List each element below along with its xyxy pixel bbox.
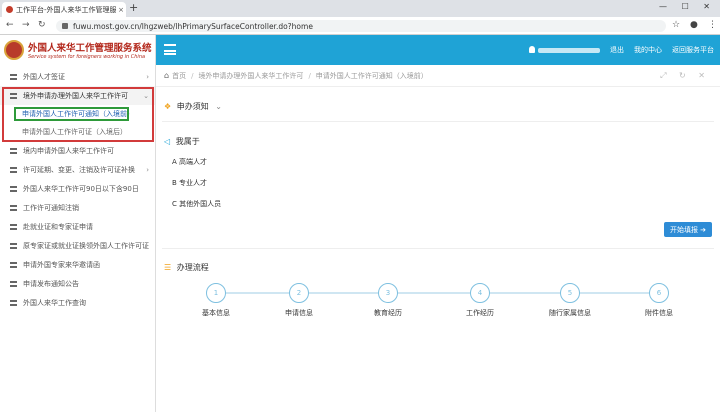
- list-icon: ☰: [164, 263, 172, 272]
- exit-link[interactable]: 退出: [610, 45, 624, 55]
- option-high-end-talent[interactable]: A 高端人才: [172, 157, 207, 167]
- sidebar-item-cert-exchange[interactable]: 原专家证或就业证换领外国人工作许可证: [0, 236, 155, 255]
- bookmark-icon: ❖: [164, 102, 172, 111]
- tab-title: 工作平台-外国人来华工作管理服: [16, 5, 116, 14]
- logo-title-cn: 外国人来华工作管理服务系统: [28, 43, 152, 54]
- chevron-down-icon: ⌄: [143, 91, 149, 100]
- step-education: 3 教育经历: [368, 283, 408, 318]
- grid-icon: [10, 299, 17, 306]
- url-text: fuwu.most.gov.cn/lhgzweb/lhPrimarySurfac…: [73, 21, 313, 31]
- hamburger-menu-icon[interactable]: [164, 44, 176, 55]
- process-title: ☰ 办理流程: [164, 263, 209, 272]
- sidebar-item-invitation[interactable]: 申请外国专家来华邀请函: [0, 255, 155, 274]
- breadcrumb: ⌂ 首页 / 境外申请办理外国人来华工作许可 / 申请外国人工作许可通知（入境前…: [156, 65, 720, 87]
- chevron-right-icon: ›: [146, 72, 149, 81]
- sidebar-item-talent-visa[interactable]: 外国人才签证 ›: [0, 67, 155, 86]
- breadcrumb-home[interactable]: 首页: [172, 71, 186, 81]
- home-icon[interactable]: ⌂: [164, 71, 169, 80]
- option-other-foreigners[interactable]: C 其他外国人员: [172, 199, 221, 209]
- user-icon: [529, 45, 535, 53]
- breadcrumb-level1[interactable]: 境外申请办理外国人来华工作许可: [198, 71, 303, 81]
- reload-icon[interactable]: ↻: [38, 20, 46, 30]
- emblem-icon: [4, 40, 24, 60]
- chevron-down-icon: ⌄: [215, 102, 222, 111]
- chevron-right-icon: ›: [146, 165, 149, 174]
- grid-icon: [10, 166, 17, 173]
- browser-address-bar: ← → ↻ fuwu.most.gov.cn/lhgzweb/lhPrimary…: [0, 17, 720, 35]
- grid-icon: [10, 92, 17, 99]
- account-icon[interactable]: ●: [690, 20, 698, 30]
- logo[interactable]: 外国人来华工作管理服务系统 Service system for foreign…: [0, 35, 155, 65]
- personal-center-link[interactable]: 我的中心: [634, 45, 662, 55]
- back-arrow-icon[interactable]: ←: [6, 20, 14, 30]
- user-name-redacted: [538, 48, 600, 53]
- start-filling-button[interactable]: 开始填报 ➔: [664, 222, 712, 237]
- step-application-info: 2 申请信息: [279, 283, 319, 318]
- logo-title-en: Service system for foreigners working in…: [28, 54, 146, 60]
- sidebar-item-notice-cancel[interactable]: 工作许可通知注销: [0, 198, 155, 217]
- user-menu[interactable]: [529, 45, 600, 55]
- grid-icon: [10, 185, 17, 192]
- sidebar-subitem-permit-notice[interactable]: 申请外国人工作许可通知（入境前）: [0, 105, 155, 123]
- step-family-info: 5 随行家属信息: [549, 283, 591, 318]
- favicon-icon: [6, 6, 13, 13]
- service-platform-link[interactable]: 返回服务平台: [672, 45, 714, 55]
- sidebar-item-announcement[interactable]: 申请发布通知公告: [0, 274, 155, 293]
- grid-icon: [10, 223, 17, 230]
- lock-icon: [62, 23, 68, 29]
- main-content: ⌂ 首页 / 境外申请办理外国人来华工作许可 / 申请外国人工作许可通知（入境前…: [156, 65, 720, 412]
- grid-icon: [10, 73, 17, 80]
- step-attachments: 6 附件信息: [639, 283, 679, 318]
- breadcrumb-level2: 申请外国人工作许可通知（入境前）: [315, 71, 428, 80]
- forward-arrow-icon[interactable]: →: [22, 20, 30, 30]
- top-navbar: 退出 我的中心 返回服务平台: [156, 35, 720, 65]
- sidebar-item-expert-cert[interactable]: 赴就业证和专家证申请: [0, 217, 155, 236]
- sidebar-item-overseas-permit[interactable]: 境外申请办理外国人来华工作许可 ⌄: [0, 86, 155, 105]
- option-professional-talent[interactable]: B 专业人才: [172, 178, 207, 188]
- browser-tab[interactable]: 工作平台-外国人来华工作管理服 ×: [2, 2, 126, 17]
- share-icon: ◁: [164, 137, 171, 146]
- apply-notice-toggle[interactable]: ❖ 申办须知 ⌄: [164, 101, 222, 112]
- sidebar-item-90-days[interactable]: 外国人来华工作许可90日以下含90日: [0, 179, 155, 198]
- new-tab-button[interactable]: +: [129, 2, 138, 14]
- grid-icon: [10, 242, 17, 249]
- browser-menu-icon[interactable]: ⋮: [708, 20, 717, 30]
- sidebar: 外国人来华工作管理服务系统 Service system for foreign…: [0, 35, 156, 412]
- sidebar-item-query[interactable]: 外国人来华工作查询: [0, 293, 155, 312]
- panel-tools[interactable]: ⤢ ↻ ✕: [660, 71, 710, 81]
- belongs-title: ◁ 我属于: [164, 137, 200, 146]
- url-field[interactable]: fuwu.most.gov.cn/lhgzweb/lhPrimarySurfac…: [56, 20, 666, 32]
- browser-tabbar: 工作平台-外国人来华工作管理服 × + — ☐ ✕: [0, 0, 720, 17]
- grid-icon: [10, 261, 17, 268]
- grid-icon: [10, 204, 17, 211]
- sidebar-subitem-permit-card[interactable]: 申请外国人工作许可证（入境后）: [0, 123, 155, 141]
- step-work-experience: 4 工作经历: [460, 283, 500, 318]
- grid-icon: [10, 280, 17, 287]
- window-controls[interactable]: — ☐ ✕: [659, 2, 716, 11]
- sidebar-item-domestic-permit[interactable]: 境内申请外国人来华工作许可: [0, 141, 155, 160]
- step-basic-info: 1 基本信息: [196, 283, 236, 318]
- grid-icon: [10, 147, 17, 154]
- tab-close-icon[interactable]: ×: [116, 6, 126, 14]
- star-icon[interactable]: ☆: [672, 20, 680, 30]
- sidebar-item-permit-change[interactable]: 许可延期、变更、注销及许可证补换 ›: [0, 160, 155, 179]
